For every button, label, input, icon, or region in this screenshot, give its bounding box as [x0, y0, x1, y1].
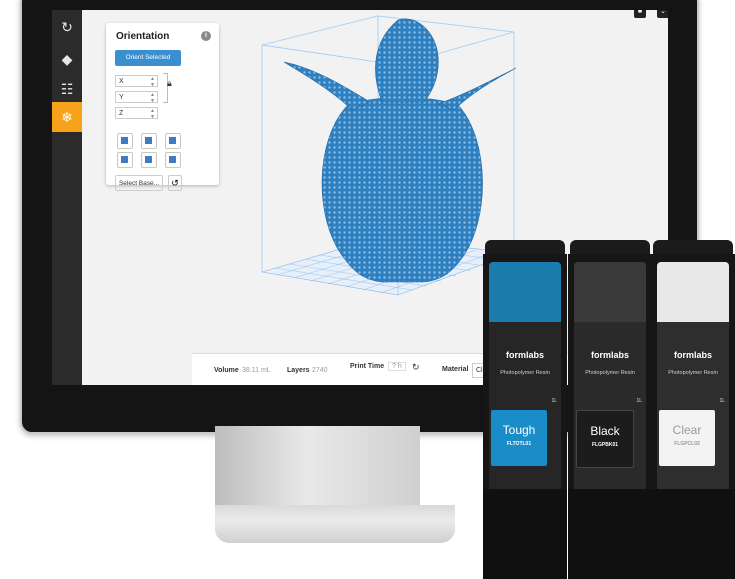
- cartridge-size: 1L: [719, 398, 725, 404]
- cartridge-size: 1L: [551, 398, 557, 404]
- resin-cartridge-clear: formlabs Photopolymer Resin 1L Clear FLG…: [651, 240, 735, 579]
- vase-model: [283, 18, 517, 283]
- z-rotation-field[interactable]: Z ▲ ▼: [115, 107, 158, 120]
- material-label: Material: [442, 366, 469, 373]
- orientation-panel: Orientation i Orient Selected X ▲ ▼ Y ▲ ▼ …: [106, 23, 219, 191]
- cartridge-subtitle: Photopolymer Resin: [585, 370, 635, 376]
- y-rotation-field[interactable]: Y ▲ ▼: [115, 91, 158, 104]
- cartridge-label: Clear FLGPCL02: [659, 410, 715, 466]
- resin-name: Tough: [502, 423, 536, 437]
- print-time-label: Print Time: [350, 363, 385, 370]
- brand-logo: formlabs: [505, 350, 544, 360]
- view-cube-icon[interactable]: [117, 152, 133, 168]
- x-rotation-field[interactable]: X ▲ ▼: [115, 75, 158, 88]
- cartridge-size: 1L: [636, 398, 642, 404]
- stepper-icon[interactable]: ▲ ▼: [150, 92, 155, 104]
- view-cube-icon[interactable]: [141, 152, 157, 168]
- stepper-icon[interactable]: ▲ ▼: [150, 108, 155, 120]
- view-cube-icon[interactable]: [165, 152, 181, 168]
- resin-code: FLGPCL02: [674, 441, 700, 447]
- view-cube-icon[interactable]: [141, 133, 157, 149]
- refresh-icon[interactable]: ↻: [412, 362, 420, 373]
- print-time-value: ? h: [388, 362, 406, 371]
- resin-code: FLTOTL01: [506, 441, 532, 447]
- info-icon[interactable]: i: [201, 31, 211, 41]
- resin-cartridge-tough: formlabs Photopolymer Resin 1L Tough FLT…: [483, 240, 567, 579]
- x-axis-label: X: [119, 78, 124, 85]
- resin-cartridge-black: formlabs Photopolymer Resin 1L Black FLG…: [568, 240, 652, 579]
- lock-icon[interactable]: 🔒︎: [167, 78, 172, 89]
- brand-logo: formlabs: [590, 350, 629, 360]
- orient-selected-button[interactable]: Orient Selected: [115, 50, 181, 66]
- y-axis-label: Y: [119, 94, 124, 101]
- stepper-icon[interactable]: ▲ ▼: [150, 76, 155, 88]
- select-base-button[interactable]: Select Base...: [115, 175, 163, 191]
- view-cube-icon[interactable]: [117, 133, 133, 149]
- layers-value: 2740: [312, 367, 328, 374]
- z-axis-label: Z: [119, 110, 124, 117]
- view-cube-icon[interactable]: [165, 133, 181, 149]
- resin-code: FLGPBK01: [591, 442, 619, 448]
- cartridge-subtitle: Photopolymer Resin: [668, 370, 718, 376]
- monitor-stand: [215, 426, 420, 506]
- monitor-stand-base: [215, 505, 455, 543]
- resin-name: Black: [590, 424, 620, 438]
- volume-label: Volume: [214, 367, 239, 374]
- cartridge-label: Black FLGPBK01: [576, 410, 634, 468]
- cartridge-label: Tough FLTOTL01: [491, 410, 547, 466]
- cartridge-subtitle: Photopolymer Resin: [500, 370, 550, 376]
- resin-name: Clear: [672, 423, 702, 437]
- layers-label: Layers: [287, 367, 310, 374]
- reset-icon[interactable]: ↺: [168, 175, 182, 191]
- brand-logo: formlabs: [673, 350, 712, 360]
- volume-value: 38.11 mL: [242, 367, 271, 374]
- panel-title: Orientation: [116, 31, 170, 42]
